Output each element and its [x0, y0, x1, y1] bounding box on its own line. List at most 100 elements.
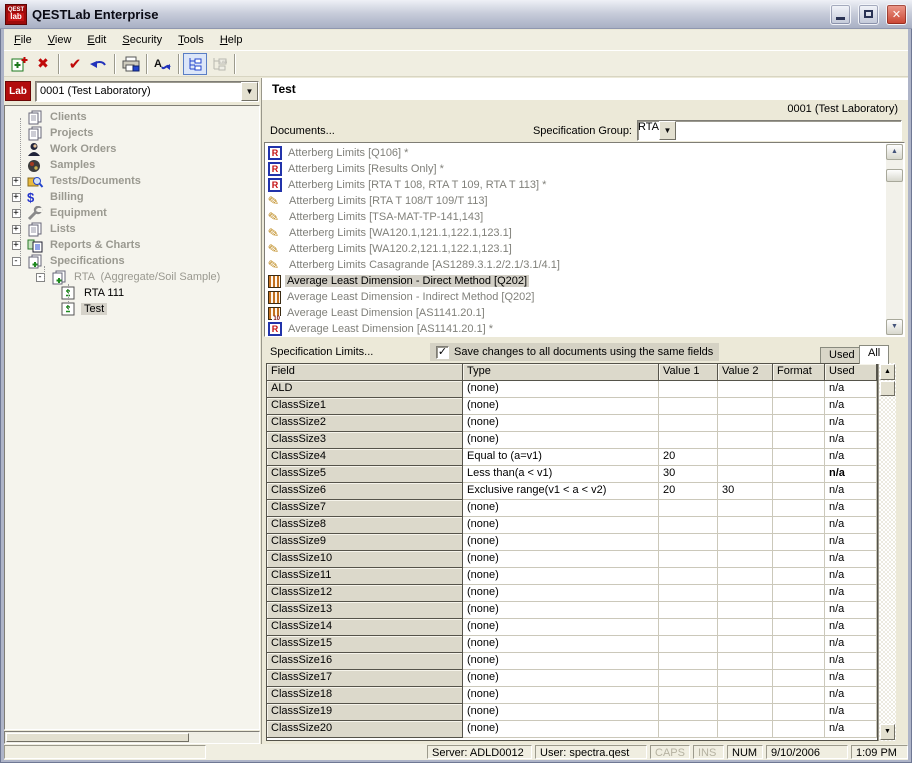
tree-item-tests-documents[interactable]: + Tests/Documents	[5, 173, 259, 189]
cell-type[interactable]: (none)	[463, 721, 659, 738]
cell-format[interactable]	[773, 585, 825, 602]
cell-type[interactable]: (none)	[463, 670, 659, 687]
cell-format[interactable]	[773, 721, 825, 738]
cell-value2[interactable]	[718, 381, 773, 398]
column-header-field[interactable]: Field	[267, 364, 463, 381]
cell-format[interactable]	[773, 449, 825, 466]
cell-value2[interactable]	[718, 721, 773, 738]
delete-button[interactable]: ✖	[31, 53, 55, 75]
panel-splitter[interactable]	[261, 78, 262, 744]
cell-value1[interactable]	[659, 704, 718, 721]
table-row[interactable]: ClassSize8 (none) n/a	[267, 517, 877, 534]
cell-value2[interactable]	[718, 415, 773, 432]
spec-group-arrow-icon[interactable]: ▼	[659, 121, 676, 140]
cell-format[interactable]	[773, 534, 825, 551]
cell-value1[interactable]	[659, 619, 718, 636]
column-header-used[interactable]: Used	[825, 364, 877, 381]
cell-value1[interactable]: 20	[659, 449, 718, 466]
document-item[interactable]: RAtterberg Limits [RTA T 108, RTA T 109,…	[265, 177, 904, 193]
cell-format[interactable]	[773, 432, 825, 449]
table-scrollbar[interactable]: ▲ ▼	[878, 363, 896, 741]
save-changes-checkbox[interactable]: ✓	[436, 346, 449, 359]
table-row[interactable]: ClassSize4 Equal to (a=v1) 20 n/a	[267, 449, 877, 466]
table-row[interactable]: ClassSize3 (none) n/a	[267, 432, 877, 449]
print-button[interactable]	[119, 53, 143, 75]
cell-value2[interactable]	[718, 687, 773, 704]
cell-type[interactable]: (none)	[463, 398, 659, 415]
scrollbar-thumb[interactable]	[880, 381, 895, 396]
menu-view[interactable]: View	[41, 32, 79, 48]
cell-format[interactable]	[773, 398, 825, 415]
close-button[interactable]: ✕	[886, 4, 907, 25]
cell-value2[interactable]	[718, 653, 773, 670]
lab-combobox[interactable]: 0001 (Test Laboratory) ▼	[35, 81, 259, 102]
table-row[interactable]: ALD (none) n/a	[267, 381, 877, 398]
column-header-value1[interactable]: Value 1	[659, 364, 718, 381]
cell-value2[interactable]	[718, 568, 773, 585]
rename-button[interactable]: A	[151, 53, 175, 75]
tab-used[interactable]: Used	[820, 347, 864, 364]
cell-type[interactable]: (none)	[463, 381, 659, 398]
menu-help[interactable]: Help	[213, 32, 250, 48]
cell-format[interactable]	[773, 670, 825, 687]
document-item[interactable]: ✎Atterberg Limits [WA120.2,121.1,122.1,1…	[265, 241, 904, 257]
cell-value2[interactable]	[718, 517, 773, 534]
document-item[interactable]: ✎Atterberg Limits [WA120.1,121.1,122.1,1…	[265, 225, 904, 241]
cell-format[interactable]	[773, 636, 825, 653]
cell-value2[interactable]	[718, 619, 773, 636]
cell-type[interactable]: (none)	[463, 534, 659, 551]
cell-value2[interactable]	[718, 670, 773, 687]
cell-value2[interactable]	[718, 449, 773, 466]
cell-value1[interactable]	[659, 585, 718, 602]
tree-item-work-orders[interactable]: Work Orders	[5, 141, 259, 157]
table-row[interactable]: ClassSize10 (none) n/a	[267, 551, 877, 568]
cell-value1[interactable]	[659, 568, 718, 585]
scroll-up-button[interactable]: ▲	[886, 144, 903, 160]
document-item-selected[interactable]: Average Least Dimension - Direct Method …	[265, 273, 904, 289]
tree-item-clients[interactable]: Clients	[5, 109, 259, 125]
tree-item-samples[interactable]: Samples	[5, 157, 259, 173]
cell-type[interactable]: Exclusive range(v1 < a < v2)	[463, 483, 659, 500]
cell-value1[interactable]	[659, 551, 718, 568]
cell-type[interactable]: (none)	[463, 653, 659, 670]
document-item[interactable]: ✎Atterberg Limits Casagrande [AS1289.3.1…	[265, 257, 904, 273]
document-item[interactable]: 10Average Least Dimension [AS1141.20.1]	[265, 305, 904, 321]
cell-format[interactable]	[773, 619, 825, 636]
cell-format[interactable]	[773, 381, 825, 398]
lab-combobox-arrow-icon[interactable]: ▼	[241, 82, 258, 101]
table-row[interactable]: ClassSize17 (none) n/a	[267, 670, 877, 687]
spec-group-combobox[interactable]: RTA ▼	[637, 120, 902, 141]
cell-value1[interactable]	[659, 500, 718, 517]
cell-value1[interactable]	[659, 653, 718, 670]
cell-type[interactable]: (none)	[463, 568, 659, 585]
new-item-button[interactable]	[7, 53, 31, 75]
table-row[interactable]: ClassSize18 (none) n/a	[267, 687, 877, 704]
menu-file[interactable]: File	[7, 32, 39, 48]
cell-type[interactable]: (none)	[463, 687, 659, 704]
cell-value2[interactable]	[718, 585, 773, 602]
cell-value2[interactable]: 30	[718, 483, 773, 500]
cell-value2[interactable]	[718, 432, 773, 449]
cell-value2[interactable]	[718, 398, 773, 415]
cell-format[interactable]	[773, 517, 825, 534]
document-item[interactable]: RAtterberg Limits [Q106] *	[265, 145, 904, 161]
cell-value1[interactable]	[659, 602, 718, 619]
cell-value1[interactable]	[659, 432, 718, 449]
sidebar-horizontal-scrollbar[interactable]	[4, 731, 260, 744]
cell-value1[interactable]: 30	[659, 466, 718, 483]
cell-format[interactable]	[773, 500, 825, 517]
menu-edit[interactable]: Edit	[80, 32, 113, 48]
cell-format[interactable]	[773, 483, 825, 500]
tree-item-lists[interactable]: + Lists	[5, 221, 259, 237]
cell-value2[interactable]	[718, 500, 773, 517]
cell-value1[interactable]	[659, 687, 718, 704]
cell-value1[interactable]	[659, 721, 718, 738]
table-row[interactable]: ClassSize2 (none) n/a	[267, 415, 877, 432]
cell-value2[interactable]	[718, 636, 773, 653]
apply-button[interactable]: ✔	[63, 53, 87, 75]
scrollbar-thumb[interactable]	[886, 169, 903, 182]
cell-value1[interactable]	[659, 415, 718, 432]
table-row[interactable]: ClassSize1 (none) n/a	[267, 398, 877, 415]
tree-item-projects[interactable]: Projects	[5, 125, 259, 141]
tree-item-reports-charts[interactable]: + Reports & Charts	[5, 237, 259, 253]
